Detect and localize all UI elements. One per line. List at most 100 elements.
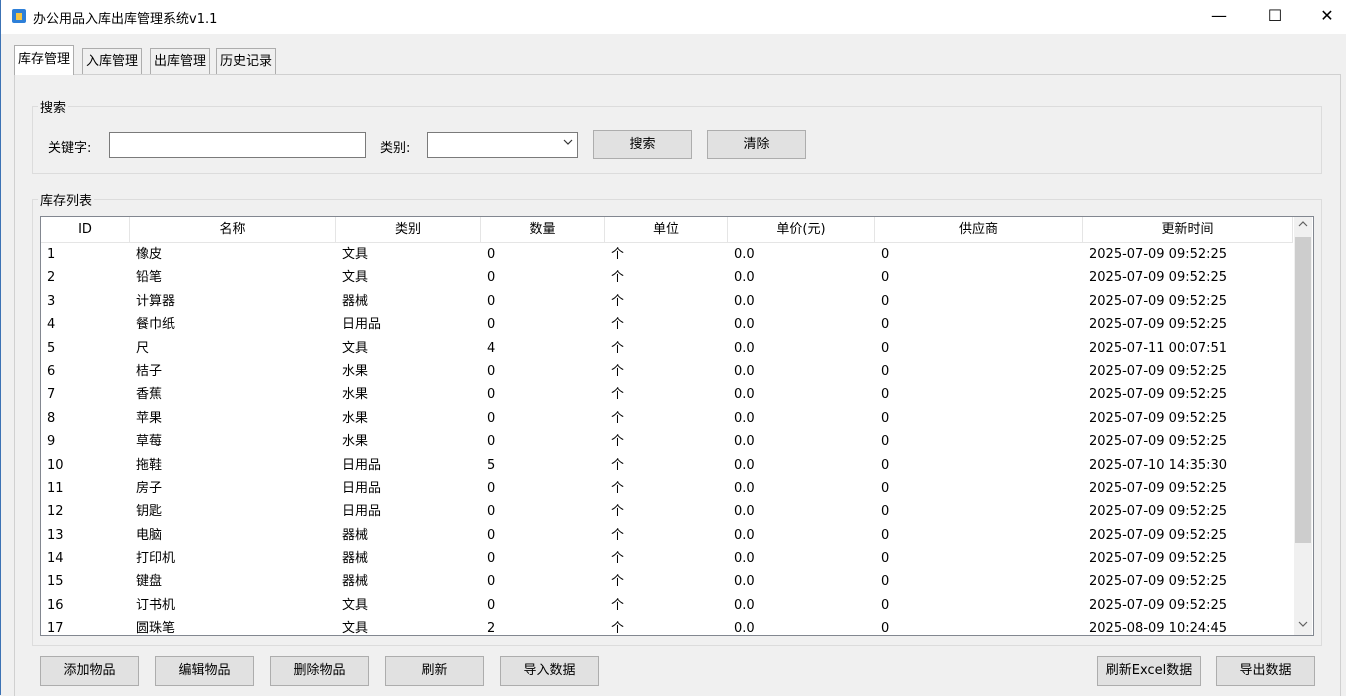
column-header-unit[interactable]: 单位 xyxy=(605,217,728,242)
cell-name: 房子 xyxy=(136,480,163,496)
inventory-table[interactable]: ID 名称 类别 数量 单位 单价(元) 供应商 更新时间 1 橡皮 文具 0 个 0.0… xyxy=(40,216,1314,636)
cell-updated: 2025-07-09 09:52:25 xyxy=(1089,434,1228,450)
add-item-button[interactable]: 添加物品 xyxy=(40,656,139,686)
cell-category: 日用品 xyxy=(342,504,382,520)
minimize-button[interactable]: — xyxy=(1196,0,1242,34)
category-label: 类别: xyxy=(380,141,411,156)
cell-id: 15 xyxy=(47,574,64,590)
scroll-up-icon[interactable] xyxy=(1294,217,1312,235)
cell-updated: 2025-07-09 09:52:25 xyxy=(1089,387,1228,403)
clear-button[interactable]: 清除 xyxy=(707,130,806,159)
table-row[interactable]: 10 拖鞋 日用品 5 个 0.0 0 2025-07-10 14:35:30 xyxy=(41,454,1293,477)
table-row[interactable]: 11 房子 日用品 0 个 0.0 0 2025-07-09 09:52:25 xyxy=(41,477,1293,500)
cell-unit: 个 xyxy=(611,551,625,567)
table-row[interactable]: 6 桔子 水果 0 个 0.0 0 2025-07-09 09:52:25 xyxy=(41,360,1293,383)
table-row[interactable]: 14 打印机 器械 0 个 0.0 0 2025-07-09 09:52:25 xyxy=(41,547,1293,570)
tab-inventory[interactable]: 库存管理 xyxy=(14,45,75,75)
tab-stock-out[interactable]: 出库管理 xyxy=(150,48,211,74)
table-row[interactable]: 17 圆珠笔 文具 2 个 0.0 0 2025-08-09 10:24:45 xyxy=(41,617,1293,636)
table-row[interactable]: 12 钥匙 日用品 0 个 0.0 0 2025-07-09 09:52:25 xyxy=(41,500,1293,523)
maximize-button[interactable]: ☐ xyxy=(1252,0,1298,34)
table-row[interactable]: 8 苹果 水果 0 个 0.0 0 2025-07-09 09:52:25 xyxy=(41,407,1293,430)
column-header-updated[interactable]: 更新时间 xyxy=(1083,217,1293,242)
cell-price: 0.0 xyxy=(734,527,755,543)
cell-id: 6 xyxy=(47,363,56,379)
cell-price: 0.0 xyxy=(734,247,755,262)
cell-category: 文具 xyxy=(342,247,369,262)
search-button[interactable]: 搜索 xyxy=(593,130,692,159)
edit-item-button[interactable]: 编辑物品 xyxy=(155,656,254,686)
cell-price: 0.0 xyxy=(734,410,755,426)
column-header-category[interactable]: 类别 xyxy=(336,217,481,242)
tab-history[interactable]: 历史记录 xyxy=(216,48,277,74)
cell-updated: 2025-07-10 14:35:30 xyxy=(1089,457,1228,473)
cell-price: 0.0 xyxy=(734,621,755,636)
keyword-input[interactable] xyxy=(109,132,366,158)
cell-quantity: 2 xyxy=(487,621,496,636)
cell-category: 日用品 xyxy=(342,480,382,496)
refresh-excel-button[interactable]: 刷新Excel数据 xyxy=(1097,656,1201,686)
delete-item-button[interactable]: 删除物品 xyxy=(270,656,369,686)
table-row[interactable]: 15 键盘 器械 0 个 0.0 0 2025-07-09 09:52:25 xyxy=(41,570,1293,593)
cell-price: 0.0 xyxy=(734,387,755,403)
cell-quantity: 0 xyxy=(487,504,496,520)
cell-unit: 个 xyxy=(611,574,625,590)
cell-price: 0.0 xyxy=(734,551,755,567)
column-header-name[interactable]: 名称 xyxy=(130,217,336,242)
table-row[interactable]: 5 尺 文具 4 个 0.0 0 2025-07-11 00:07:51 xyxy=(41,337,1293,360)
import-data-button[interactable]: 导入数据 xyxy=(500,656,599,686)
column-header-id[interactable]: ID xyxy=(41,217,130,242)
scroll-down-icon[interactable] xyxy=(1294,617,1312,635)
cell-name: 拖鞋 xyxy=(136,457,163,473)
cell-quantity: 0 xyxy=(487,597,496,613)
close-button[interactable]: ✕ xyxy=(1304,0,1346,34)
cell-name: 订书机 xyxy=(136,597,176,613)
cell-id: 14 xyxy=(47,551,64,567)
cell-quantity: 0 xyxy=(487,527,496,543)
cell-supplier: 0 xyxy=(881,504,890,520)
table-vertical-scrollbar[interactable] xyxy=(1294,217,1312,635)
column-header-quantity[interactable]: 数量 xyxy=(481,217,605,242)
export-data-button[interactable]: 导出数据 xyxy=(1216,656,1315,686)
table-row[interactable]: 13 电脑 器械 0 个 0.0 0 2025-07-09 09:52:25 xyxy=(41,524,1293,547)
cell-id: 12 xyxy=(47,504,64,520)
cell-price: 0.0 xyxy=(734,480,755,496)
cell-id: 5 xyxy=(47,340,56,356)
cell-name: 钥匙 xyxy=(136,504,163,520)
cell-supplier: 0 xyxy=(881,387,890,403)
cell-id: 4 xyxy=(47,317,56,333)
cell-quantity: 0 xyxy=(487,387,496,403)
cell-price: 0.0 xyxy=(734,293,755,309)
cell-category: 水果 xyxy=(342,410,369,426)
table-row[interactable]: 1 橡皮 文具 0 个 0.0 0 2025-07-09 09:52:25 xyxy=(41,243,1293,266)
refresh-button[interactable]: 刷新 xyxy=(385,656,484,686)
cell-price: 0.0 xyxy=(734,457,755,473)
cell-category: 文具 xyxy=(342,621,369,636)
table-row[interactable]: 2 铅笔 文具 0 个 0.0 0 2025-07-09 09:52:25 xyxy=(41,266,1293,289)
cell-unit: 个 xyxy=(611,597,625,613)
cell-supplier: 0 xyxy=(881,527,890,543)
table-row[interactable]: 3 计算器 器械 0 个 0.0 0 2025-07-09 09:52:25 xyxy=(41,290,1293,313)
cell-unit: 个 xyxy=(611,293,625,309)
cell-price: 0.0 xyxy=(734,363,755,379)
cell-unit: 个 xyxy=(611,340,625,356)
cell-supplier: 0 xyxy=(881,457,890,473)
table-row[interactable]: 7 香蕉 水果 0 个 0.0 0 2025-07-09 09:52:25 xyxy=(41,383,1293,406)
category-select[interactable] xyxy=(427,132,578,158)
cell-unit: 个 xyxy=(611,504,625,520)
cell-quantity: 0 xyxy=(487,247,496,262)
cell-price: 0.0 xyxy=(734,317,755,333)
column-header-price[interactable]: 单价(元) xyxy=(728,217,875,242)
cell-updated: 2025-07-09 09:52:25 xyxy=(1089,410,1228,426)
cell-category: 器械 xyxy=(342,293,369,309)
title-bar: 办公用品入库出库管理系统v1.1 — ☐ ✕ xyxy=(0,0,1346,34)
table-row[interactable]: 16 订书机 文具 0 个 0.0 0 2025-07-09 09:52:25 xyxy=(41,594,1293,617)
tab-stock-in[interactable]: 入库管理 xyxy=(82,48,143,74)
table-row[interactable]: 4 餐巾纸 日用品 0 个 0.0 0 2025-07-09 09:52:25 xyxy=(41,313,1293,336)
cell-id: 13 xyxy=(47,527,64,543)
cell-unit: 个 xyxy=(611,434,625,450)
scrollbar-thumb[interactable] xyxy=(1295,237,1311,543)
cell-name: 草莓 xyxy=(136,434,163,450)
column-header-supplier[interactable]: 供应商 xyxy=(875,217,1083,242)
table-row[interactable]: 9 草莓 水果 0 个 0.0 0 2025-07-09 09:52:25 xyxy=(41,430,1293,453)
